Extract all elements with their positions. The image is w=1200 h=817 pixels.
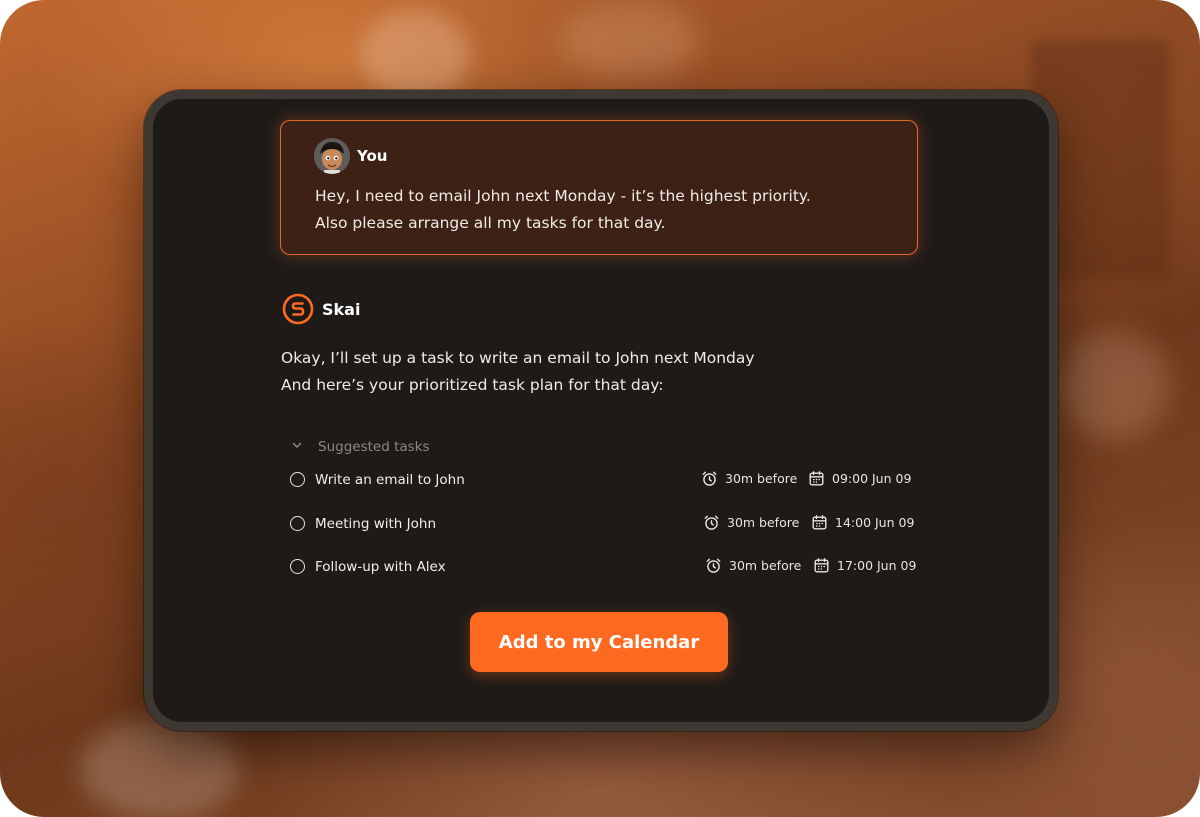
task-row: Write an email to John 30m before 09:00 … [288, 467, 913, 495]
background-flower [1060, 330, 1170, 440]
task-due-text: 14:00 Jun 09 [835, 515, 915, 530]
task-reminder[interactable]: 30m before [705, 557, 801, 574]
skai-logo-icon [282, 293, 314, 325]
assistant-sender-name: Skai [322, 300, 361, 319]
task-reminder-text: 30m before [729, 558, 802, 573]
task-checkbox[interactable] [290, 516, 305, 531]
task-due-text: 17:00 Jun 09 [837, 558, 917, 573]
assistant-message-line-2: And here’s your prioritized task plan fo… [281, 376, 664, 394]
task-reminder-text: 30m before [727, 515, 800, 530]
alarm-clock-icon [703, 514, 720, 531]
task-reminder-text: 30m before [725, 471, 798, 486]
task-due-text: 09:00 Jun 09 [832, 471, 912, 486]
background-flower [560, 0, 700, 80]
task-row: Follow-up with Alex 30m before 17:00 Jun… [288, 554, 916, 582]
task-title: Write an email to John [315, 472, 465, 488]
user-avatar [314, 138, 350, 174]
alarm-clock-icon [705, 557, 722, 574]
alarm-clock-icon [701, 470, 718, 487]
task-reminder[interactable]: 30m before [701, 470, 797, 487]
background-flower [360, 10, 470, 100]
background-grapes [80, 720, 240, 817]
calendar-icon [808, 470, 825, 487]
task-row: Meeting with John 30m before 14:00 Jun 0… [288, 511, 914, 539]
task-title: Meeting with John [315, 516, 437, 532]
user-message-line-1: Hey, I need to email John next Monday - … [315, 187, 811, 205]
task-title: Follow-up with Alex [315, 559, 446, 575]
calendar-icon [811, 514, 828, 531]
suggested-tasks-label: Suggested tasks [318, 439, 430, 455]
task-due[interactable]: 17:00 Jun 09 [813, 557, 916, 574]
chevron-down-icon [290, 438, 304, 456]
user-message-line-2: Also please arrange all my tasks for tha… [315, 214, 666, 232]
task-due[interactable]: 14:00 Jun 09 [811, 514, 914, 531]
task-checkbox[interactable] [290, 559, 305, 574]
assistant-message-line-1: Okay, I’ll set up a task to write an ema… [281, 349, 755, 367]
suggested-tasks-toggle[interactable]: Suggested tasks [290, 437, 430, 457]
add-to-calendar-button[interactable]: Add to my Calendar [470, 612, 728, 672]
task-checkbox[interactable] [290, 472, 305, 487]
user-sender-name: You [357, 147, 388, 165]
task-reminder[interactable]: 30m before [703, 514, 799, 531]
task-due[interactable]: 09:00 Jun 09 [808, 470, 911, 487]
calendar-icon [813, 557, 830, 574]
